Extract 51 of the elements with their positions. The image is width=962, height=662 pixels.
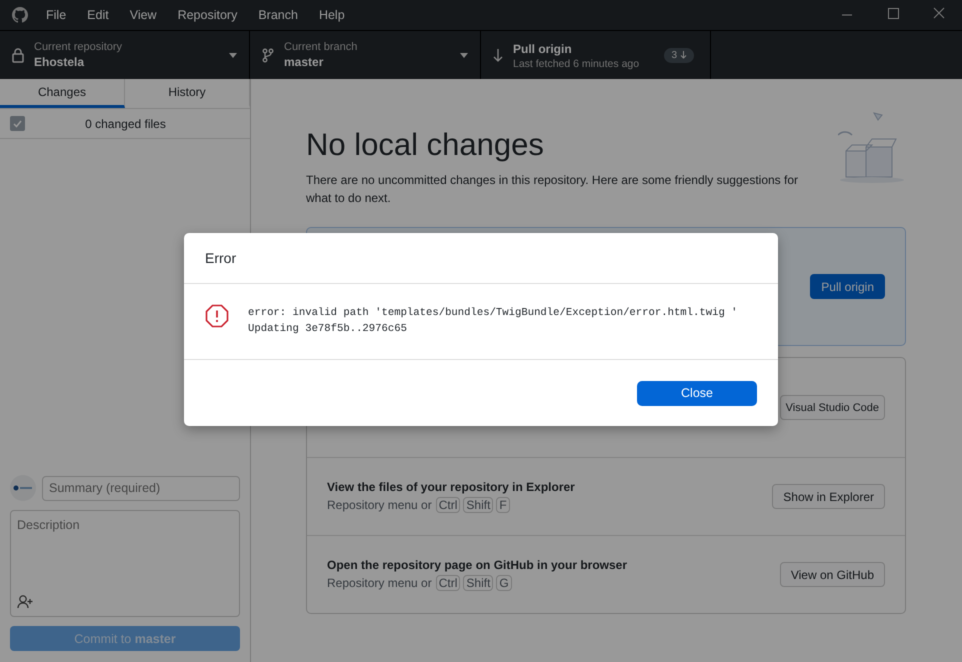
logo-icon <box>13 485 33 491</box>
branch-name: master <box>284 55 324 69</box>
key-cap: Shift <box>463 497 494 513</box>
suggestion-title: View the files of your repository in Explorer <box>327 480 576 494</box>
menu-item[interactable]: Branch <box>258 8 298 22</box>
last-fetched-text: Last fetched 6 minutes ago <box>513 58 640 70</box>
suggestion-button[interactable]: Visual Studio Code <box>780 395 885 420</box>
caret-icon <box>229 52 237 58</box>
select-all-checkbox[interactable] <box>10 116 25 131</box>
arrow-down-icon <box>493 48 503 62</box>
key-cap: G <box>496 575 512 591</box>
key-cap: Ctrl <box>436 497 460 513</box>
error-message: error: invalid path 'templates/bundles/TwigBundle/Exception/error.html.twig ' <box>248 307 738 319</box>
close-button[interactable]: Close <box>637 380 757 406</box>
suggestion-button[interactable]: Show in Explorer <box>772 484 885 509</box>
branch-icon <box>262 48 274 62</box>
key-cap: Shift <box>463 575 494 591</box>
menu-item[interactable]: Repository <box>178 8 238 22</box>
menu-item[interactable]: View <box>130 8 157 22</box>
error-icon <box>205 304 229 328</box>
branch-label: Current branch <box>284 41 358 53</box>
sidebar-tab[interactable]: Changes <box>0 79 125 108</box>
shortcut-hint: Repository menu or <box>327 576 432 590</box>
pull-origin-button[interactable]: Pull origin <box>810 274 885 299</box>
changed-files-count: 0 changed files <box>84 116 167 130</box>
caret-icon <box>460 52 468 58</box>
octocat-logo-icon <box>12 7 28 23</box>
repository-label: Current repository <box>34 41 124 53</box>
commit-count-badge: 3 <box>664 48 694 62</box>
menu-item[interactable]: File <box>46 8 66 22</box>
arrow-down-icon <box>680 51 687 59</box>
add-coauthor-icon[interactable] <box>17 595 34 609</box>
key-cap: Ctrl <box>436 575 460 591</box>
dialog-title: Error <box>205 250 236 266</box>
menu-item[interactable]: Help <box>318 8 345 22</box>
menu-item[interactable]: Edit <box>87 8 109 22</box>
error-message: Updating 3e78f5b..2976c65 <box>248 323 408 335</box>
repository-selector[interactable]: Current repository Ehostela <box>0 31 250 79</box>
page-description: There are no uncommitted changes in this repository. Here are some friendly suggestions for what to do next. <box>306 172 800 207</box>
branch-selector[interactable]: Current branch master <box>250 31 481 79</box>
page-title: No local changes <box>306 127 545 163</box>
pull-origin-toolbar-button[interactable]: Pull origin Last fetched 6 minutes ago 3 <box>481 31 711 79</box>
lock-icon <box>12 48 24 62</box>
shortcut-hint: Repository menu or <box>327 498 432 512</box>
sidebar-tab[interactable]: History <box>125 79 250 108</box>
suggestion-button[interactable]: View on GitHub <box>780 562 885 587</box>
repository-name: Ehostela <box>34 55 86 69</box>
pull-origin-title: Pull origin <box>513 42 573 56</box>
key-cap: F <box>496 497 510 513</box>
suggestion-title: Open the repository page on GitHub in your browser <box>327 558 628 572</box>
checkmark-icon <box>13 120 22 128</box>
